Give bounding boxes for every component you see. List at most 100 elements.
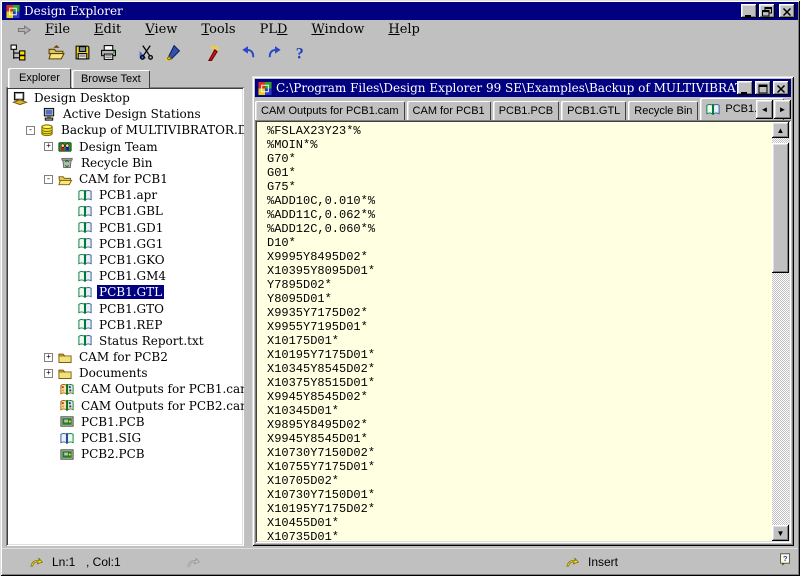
expand-toggle[interactable]: + bbox=[44, 353, 53, 362]
doc-tab-pcb1-gtl[interactable]: PCB1.GTL bbox=[561, 101, 626, 120]
work-area: ExplorerBrowse Text Design Desktop Active… bbox=[2, 65, 798, 548]
doc-tab-cam-for-pcb1[interactable]: CAM for PCB1 bbox=[407, 101, 491, 120]
titlebar[interactable]: Design Explorer bbox=[2, 2, 798, 20]
tree-item[interactable]: PCB1.GBL bbox=[6, 203, 244, 219]
tree-item-label[interactable]: PCB1.PCB bbox=[79, 415, 147, 429]
menu-item-pld[interactable]: PLD bbox=[260, 22, 288, 37]
tab-scroll-left-button[interactable]: ◄ bbox=[756, 100, 773, 119]
tree-item-label[interactable]: PCB1.GM4 bbox=[97, 269, 168, 283]
tree-item-label[interactable]: CAM for PCB2 bbox=[77, 350, 170, 364]
tree-item[interactable]: - CAM for PCB1 bbox=[6, 171, 244, 187]
expand-toggle[interactable]: - bbox=[26, 126, 35, 135]
tree-item[interactable]: PCB1.GM4 bbox=[6, 268, 244, 284]
tree-item[interactable]: Recycle Bin bbox=[6, 155, 244, 171]
scroll-down-button[interactable]: ▼ bbox=[772, 525, 789, 541]
tree-item-label[interactable]: PCB1.GTO bbox=[97, 302, 166, 316]
menu-item-window[interactable]: Window bbox=[311, 22, 364, 37]
window-title: Design Explorer bbox=[24, 4, 741, 18]
redo-button[interactable] bbox=[262, 41, 286, 63]
tree-item[interactable]: PCB1.GD1 bbox=[6, 220, 244, 236]
expand-toggle[interactable]: + bbox=[44, 142, 53, 151]
tree-item-label[interactable]: Backup of MULTIVIBRATOR.DDB bbox=[59, 123, 244, 137]
cam-doc-icon bbox=[59, 382, 75, 397]
whats-this-icon[interactable]: ? bbox=[777, 553, 792, 570]
menu-items: File Edit View Tools PLD Window Help bbox=[45, 22, 444, 37]
tree-item[interactable]: Design Desktop bbox=[6, 90, 244, 106]
doc-tab-pcb1-pcb[interactable]: PCB1.PCB bbox=[493, 101, 559, 120]
menu-item-edit[interactable]: Edit bbox=[94, 22, 121, 37]
restore-button[interactable] bbox=[759, 4, 775, 18]
doc-minimize-button[interactable] bbox=[737, 81, 753, 95]
swoosh-arrow-yellow-icon bbox=[28, 556, 45, 572]
tree-item[interactable]: PCB1.GTL bbox=[6, 284, 244, 300]
tree-item[interactable]: PCB1.GKO bbox=[6, 252, 244, 268]
menu-item-help[interactable]: Help bbox=[388, 22, 420, 37]
tree-item-label[interactable]: Documents bbox=[77, 366, 149, 380]
tree-item[interactable]: PCB1.REP bbox=[6, 317, 244, 333]
tree-item[interactable]: PCB1.PCB bbox=[6, 414, 244, 430]
tree-item-label[interactable]: PCB1.apr bbox=[97, 188, 159, 202]
tree-item[interactable]: PCB1.GTO bbox=[6, 300, 244, 316]
tab-explorer[interactable]: Explorer bbox=[8, 68, 71, 88]
doc-maximize-button[interactable] bbox=[755, 81, 771, 95]
tree-item[interactable]: Status Report.txt bbox=[6, 333, 244, 349]
scrollbar-track[interactable] bbox=[772, 273, 789, 525]
tree-item-label[interactable]: PCB1.GTL bbox=[97, 285, 164, 299]
tree-item-label[interactable]: PCB1.GG1 bbox=[97, 237, 165, 251]
document-titlebar[interactable]: C:\Program Files\Design Explorer 99 SE\E… bbox=[255, 79, 791, 97]
scrollbar-thumb[interactable] bbox=[772, 143, 789, 273]
design-tree[interactable]: Design Desktop Active Design Stations - Bac… bbox=[6, 87, 244, 546]
vertical-scrollbar[interactable]: ▲ ▼ bbox=[772, 122, 789, 541]
tree-item[interactable]: + CAM for PCB2 bbox=[6, 349, 244, 365]
tree-item-label[interactable]: PCB1.GD1 bbox=[97, 221, 165, 235]
tree-item-label[interactable]: Active Design Stations bbox=[61, 107, 203, 121]
open-document-button[interactable] bbox=[44, 41, 68, 63]
menu-item-tools[interactable]: Tools bbox=[201, 22, 235, 37]
undo-button[interactable] bbox=[236, 41, 260, 63]
menu-item-view[interactable]: View bbox=[145, 22, 177, 37]
wizard-button[interactable] bbox=[198, 41, 222, 63]
close-button[interactable] bbox=[779, 4, 795, 18]
tree-item-label[interactable]: Recycle Bin bbox=[79, 156, 155, 170]
explorer-panel-toggle-button[interactable] bbox=[6, 41, 30, 63]
tree-item[interactable]: Active Design Stations bbox=[6, 106, 244, 122]
tree-item-label[interactable]: PCB1.SIG bbox=[79, 431, 143, 445]
tree-item[interactable]: PCB1.apr bbox=[6, 187, 244, 203]
tree-item[interactable]: - Backup of MULTIVIBRATOR.DDB bbox=[6, 122, 244, 138]
tree-item[interactable]: + Design Team bbox=[6, 139, 244, 155]
tree-item-label[interactable]: CAM Outputs for PCB1.cam bbox=[79, 382, 244, 396]
scroll-up-button[interactable]: ▲ bbox=[772, 122, 789, 138]
tree-item-label[interactable]: Design Team bbox=[77, 140, 160, 154]
tree-item-label[interactable]: PCB2.PCB bbox=[79, 447, 147, 461]
tree-item-label[interactable]: PCB1.GKO bbox=[97, 253, 167, 267]
print-button[interactable] bbox=[96, 41, 120, 63]
menu-item-file[interactable]: File bbox=[45, 22, 70, 37]
tree-item-label[interactable]: PCB1.GBL bbox=[97, 204, 165, 218]
tree-item[interactable]: PCB2.PCB bbox=[6, 446, 244, 462]
cut-button[interactable] bbox=[134, 41, 158, 63]
gerber-text[interactable]: %FSLAX23Y23*% %MOIN*% G70* G01* G75* %AD… bbox=[257, 122, 772, 541]
doc-tab-cam-outputs-for-pcb1-cam[interactable]: CAM Outputs for PCB1.cam bbox=[255, 101, 405, 120]
tree-item[interactable]: PCB1.SIG bbox=[6, 430, 244, 446]
tree-item[interactable]: CAM Outputs for PCB1.cam bbox=[6, 381, 244, 397]
paste-button[interactable] bbox=[160, 41, 184, 63]
tree-item-label[interactable]: Design Desktop bbox=[32, 91, 132, 105]
tree-item[interactable]: CAM Outputs for PCB2.cam bbox=[6, 398, 244, 414]
save-button[interactable] bbox=[70, 41, 94, 63]
tree-item-label[interactable]: PCB1.REP bbox=[97, 318, 164, 332]
doc-tab-recycle-bin[interactable]: Recycle Bin bbox=[628, 101, 698, 120]
minimize-button[interactable] bbox=[741, 4, 757, 18]
tree-item-label[interactable]: CAM Outputs for PCB2.cam bbox=[79, 399, 244, 413]
menu-arrow-icon[interactable] bbox=[16, 23, 33, 37]
help-button[interactable]: ? bbox=[288, 41, 312, 63]
tab-scroll-right-button[interactable]: ► bbox=[774, 100, 791, 119]
tab-browse-text[interactable]: Browse Text bbox=[72, 70, 150, 88]
tree-item[interactable]: + Documents bbox=[6, 365, 244, 381]
tree-item-label[interactable]: CAM for PCB1 bbox=[77, 172, 170, 186]
doc-close-button[interactable] bbox=[773, 81, 789, 95]
tree-item[interactable]: PCB1.GG1 bbox=[6, 236, 244, 252]
expand-toggle[interactable]: - bbox=[44, 175, 53, 184]
tree-item-label[interactable]: Status Report.txt bbox=[97, 334, 206, 348]
design-explorer-window: Design Explorer File Edit View Tools PLD Wind… bbox=[0, 0, 800, 576]
expand-toggle[interactable]: + bbox=[44, 369, 53, 378]
